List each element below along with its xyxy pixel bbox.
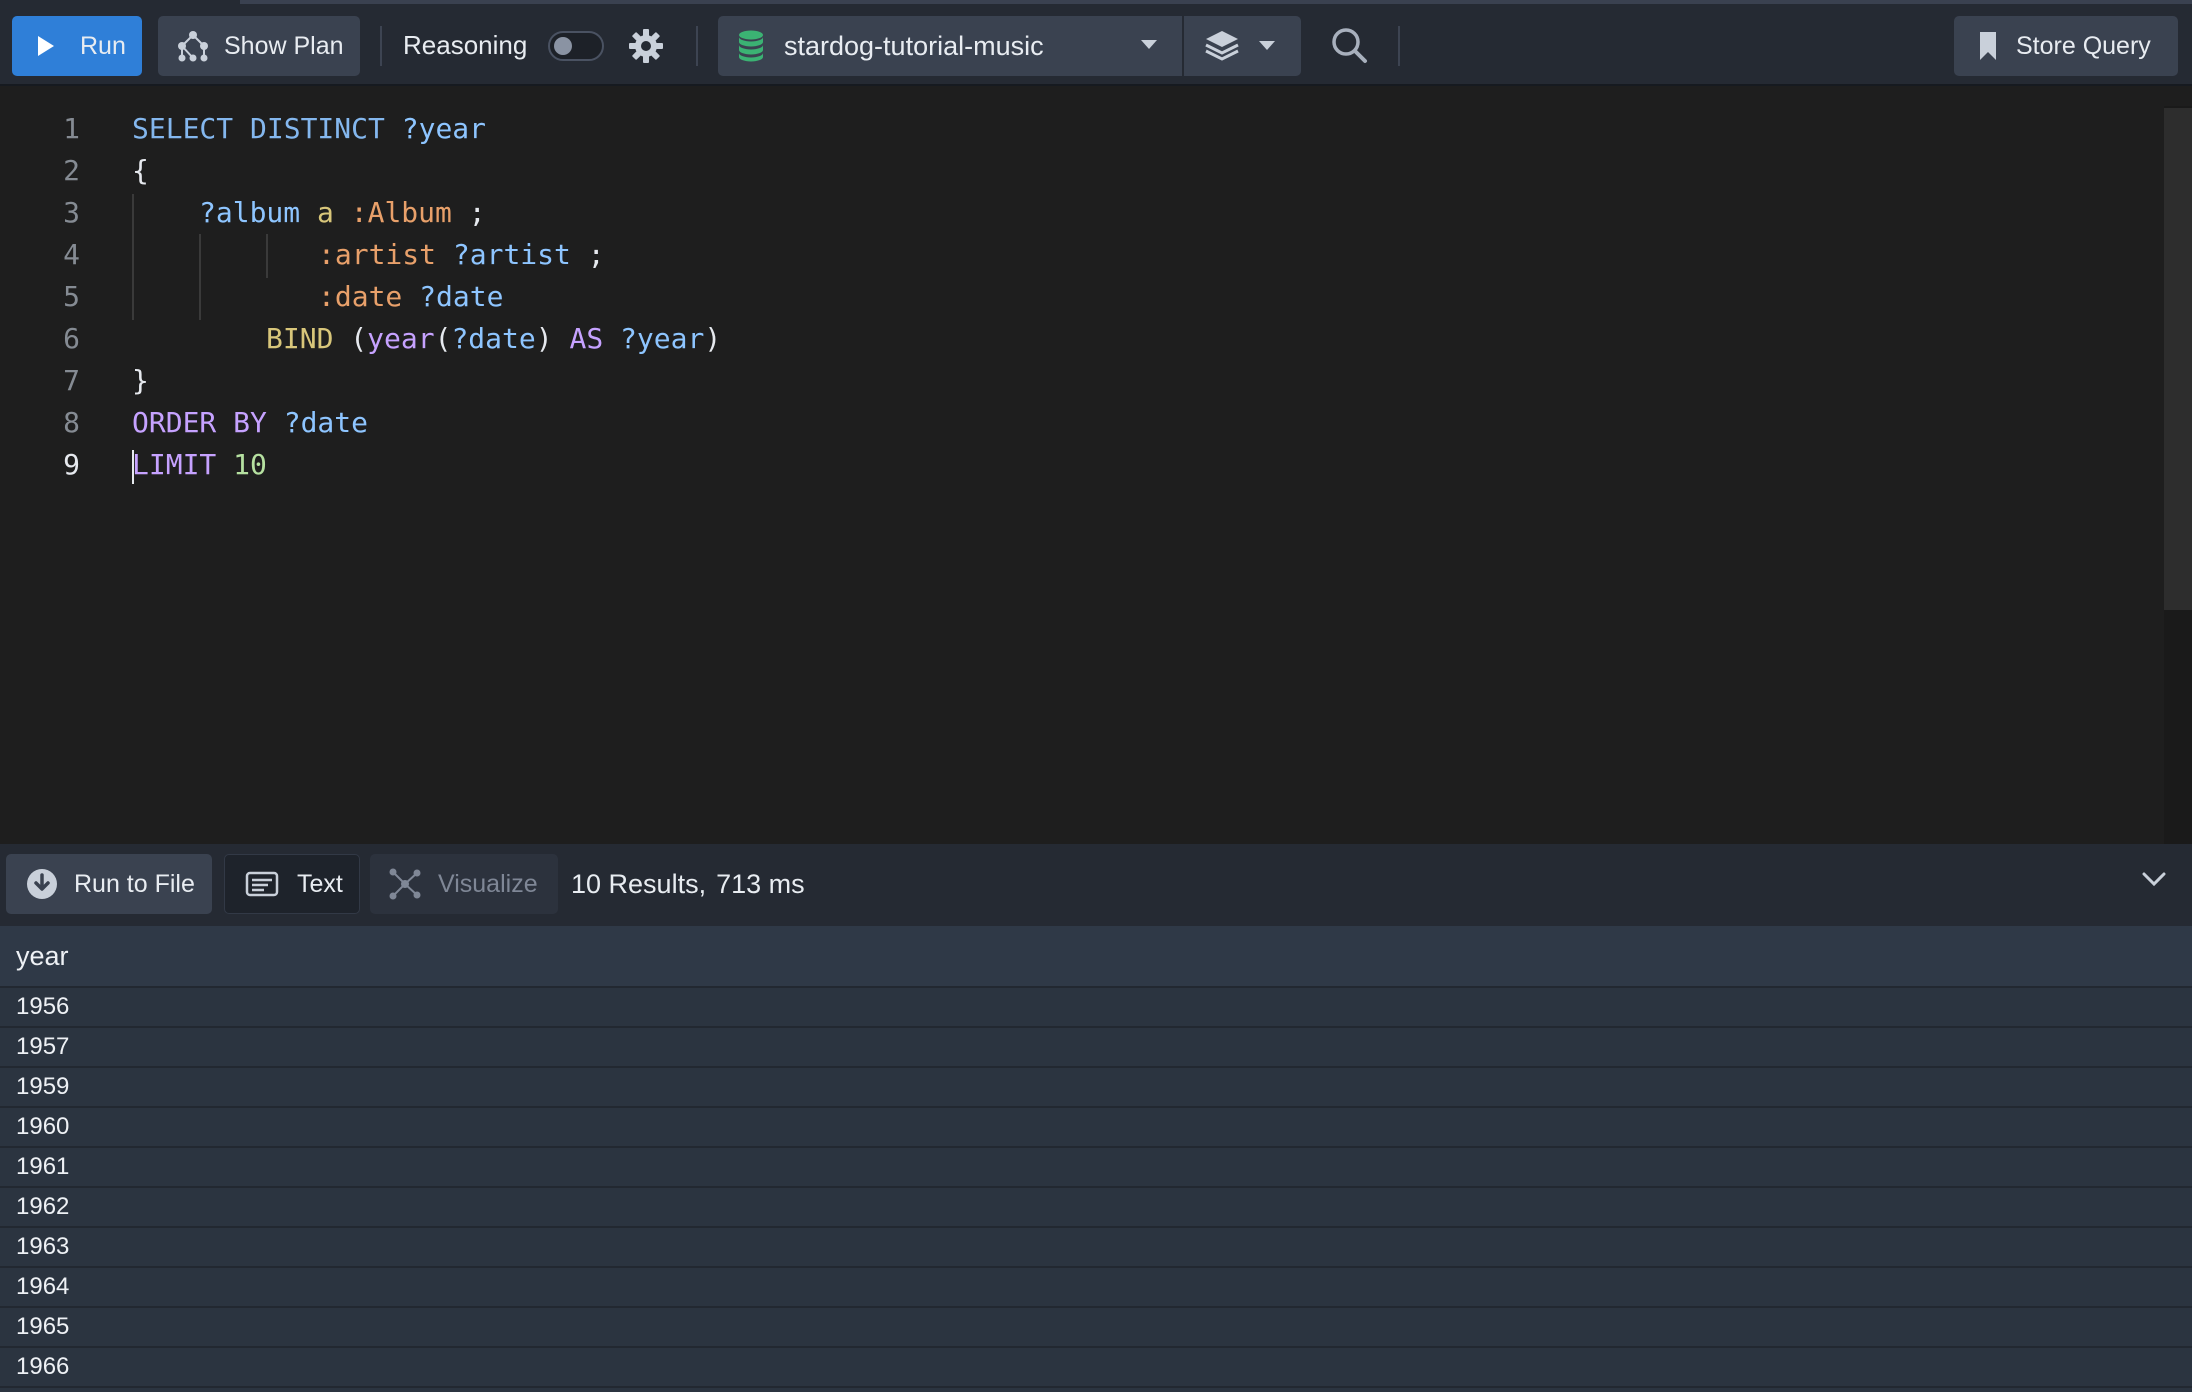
- store-query-label: Store Query: [2016, 31, 2151, 60]
- run-button[interactable]: Run: [12, 16, 142, 76]
- punct-token: ): [535, 322, 553, 355]
- keyword-token: ORDER BY: [132, 406, 267, 439]
- toolbar-divider: [1398, 26, 1400, 66]
- chevron-down-icon: [1141, 40, 1157, 49]
- text-view-label: Text: [297, 869, 343, 898]
- keyword-token: AS: [569, 322, 604, 355]
- predicate-token: :artist: [318, 238, 437, 271]
- results-table: year 1956 1957 1959 1960 1961 1962 1963 …: [0, 926, 2192, 1392]
- code-line: 3 ?album a :Album ;: [0, 192, 2100, 234]
- text-cursor: [132, 450, 134, 484]
- function-token: year: [367, 322, 435, 355]
- line-number: 8: [63, 406, 80, 439]
- run-to-file-label: Run to File: [74, 869, 195, 898]
- variable-token: ?year: [620, 322, 705, 355]
- brace-token: }: [132, 364, 149, 397]
- text-view-button[interactable]: Text: [224, 854, 360, 914]
- code-line: 9 LIMIT 10: [0, 444, 2100, 486]
- run-to-file-button[interactable]: Run to File: [6, 854, 212, 914]
- keyword-token: BIND: [266, 322, 334, 355]
- chevron-down-icon: [1259, 41, 1275, 50]
- results-toolbar: Run to File Text Visualize 10 Results, 71…: [0, 844, 2192, 926]
- variable-token: ?year: [401, 112, 487, 145]
- execution-time: 713 ms: [716, 869, 805, 899]
- line-number: 7: [63, 364, 80, 397]
- plan-tree-icon: [178, 31, 208, 62]
- reasoning-label: Reasoning: [403, 30, 528, 60]
- punct-token: ;: [468, 196, 486, 229]
- gear-icon[interactable]: [628, 28, 664, 64]
- results-count: 10 Results,: [571, 869, 707, 899]
- play-icon: [38, 36, 54, 56]
- code-line: 2 {: [0, 150, 2100, 192]
- table-row[interactable]: 1962: [0, 1188, 2192, 1228]
- line-number: 1: [63, 112, 80, 145]
- line-number: 9: [63, 448, 80, 481]
- table-row[interactable]: 1966: [0, 1348, 2192, 1388]
- line-number: 4: [63, 238, 80, 271]
- table-row[interactable]: 1956: [0, 988, 2192, 1028]
- text-document-icon: [245, 871, 279, 897]
- visualize-label: Visualize: [438, 869, 538, 898]
- predicate-token: :date: [318, 280, 403, 313]
- code-line: 4 :artist ?artist ;: [0, 234, 2100, 276]
- bookmark-icon: [1980, 32, 1996, 60]
- class-token: :Album: [350, 196, 452, 229]
- show-plan-button[interactable]: Show Plan: [158, 16, 360, 76]
- column-header-year[interactable]: year: [0, 926, 2192, 988]
- variable-token: ?date: [419, 280, 504, 313]
- visualize-button[interactable]: Visualize: [370, 854, 558, 914]
- brace-token: {: [132, 154, 149, 187]
- editor-scrollbar-thumb[interactable]: [2164, 108, 2192, 610]
- database-icon: [739, 30, 763, 62]
- toolbar-divider: [380, 26, 382, 66]
- line-number: 6: [63, 322, 80, 355]
- code-line: 1 SELECT DISTINCT ?year: [0, 108, 2100, 150]
- code-line: 5 :date ?date: [0, 276, 2100, 318]
- query-editor[interactable]: 1 SELECT DISTINCT ?year 2 { 3 ?album a :…: [0, 86, 2192, 844]
- database-select[interactable]: stardog-tutorial-music: [718, 16, 1182, 76]
- chevron-down-icon[interactable]: [2142, 872, 2166, 888]
- table-row[interactable]: 1964: [0, 1268, 2192, 1308]
- toggle-knob: [554, 37, 572, 55]
- variable-token: ?date: [283, 406, 369, 439]
- type-token: a: [317, 196, 334, 229]
- table-row[interactable]: 1965: [0, 1308, 2192, 1348]
- table-row[interactable]: 1960: [0, 1108, 2192, 1148]
- variable-token: ?artist: [452, 238, 571, 271]
- toolbar-divider: [696, 26, 698, 66]
- table-row[interactable]: 1961: [0, 1148, 2192, 1188]
- punct-token: (: [350, 322, 368, 355]
- table-row[interactable]: 1957: [0, 1028, 2192, 1068]
- graph-nodes-icon: [389, 868, 421, 900]
- variable-token: ?album: [199, 196, 301, 229]
- code-line: 6 BIND (year(?date) AS ?year): [0, 318, 2100, 360]
- number-token: 10: [233, 448, 267, 481]
- variable-token: ?date: [451, 322, 536, 355]
- punct-token: ): [704, 322, 722, 355]
- table-row[interactable]: 1963: [0, 1228, 2192, 1268]
- punct-token: (: [434, 322, 452, 355]
- tab-indicator-line: [240, 0, 2192, 4]
- keyword-token: LIMIT: [132, 448, 217, 481]
- keyword-token: SELECT DISTINCT: [132, 112, 385, 145]
- reasoning-toggle[interactable]: [548, 31, 604, 61]
- line-number: 3: [63, 196, 80, 229]
- table-row[interactable]: 1959: [0, 1068, 2192, 1108]
- show-plan-label: Show Plan: [224, 31, 344, 60]
- database-name: stardog-tutorial-music: [784, 30, 1044, 61]
- line-number: 5: [63, 280, 80, 313]
- run-button-label: Run: [80, 31, 126, 60]
- search-icon[interactable]: [1330, 26, 1368, 64]
- graph-layers-select[interactable]: [1184, 16, 1301, 76]
- results-summary: 10 Results, 713 ms: [571, 869, 815, 900]
- layers-icon: [1205, 31, 1239, 61]
- code-line: 8 ORDER BY ?date: [0, 402, 2100, 444]
- query-toolbar: Run Show Plan Reasoning stardog-tutorial…: [0, 0, 2192, 86]
- store-query-button[interactable]: Store Query: [1954, 16, 2178, 76]
- punct-token: ;: [587, 238, 605, 271]
- code-line: 7 }: [0, 360, 2100, 402]
- download-icon: [27, 869, 57, 899]
- line-number: 2: [63, 154, 80, 187]
